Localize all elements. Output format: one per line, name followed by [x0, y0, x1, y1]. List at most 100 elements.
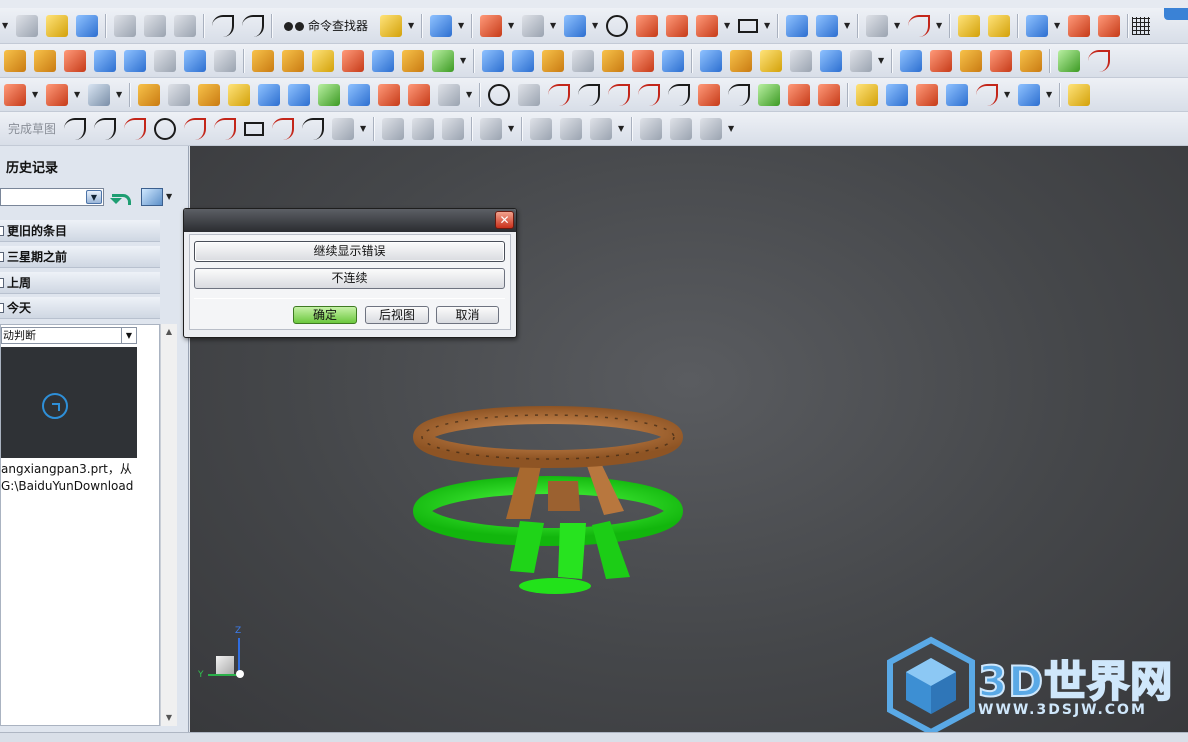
- polygon-icon[interactable]: [272, 117, 295, 140]
- ok-button[interactable]: 确定: [293, 306, 357, 324]
- auto-dimension-icon[interactable]: [530, 117, 553, 140]
- copy-icon[interactable]: [144, 14, 166, 37]
- law-extension-icon[interactable]: [378, 83, 400, 106]
- selection-filter-icon[interactable]: [430, 14, 453, 37]
- arc-icon[interactable]: [124, 117, 147, 140]
- chamfer-icon[interactable]: [512, 49, 534, 72]
- pad-icon[interactable]: [154, 49, 176, 72]
- split-body-icon[interactable]: [372, 49, 394, 72]
- curve-icon[interactable]: [1088, 49, 1110, 72]
- snap-point-icon[interactable]: [1026, 14, 1049, 37]
- steering-wheel-model[interactable]: [410, 401, 930, 601]
- chevron-down-icon[interactable]: ▼: [166, 192, 172, 201]
- link-icon[interactable]: [1164, 8, 1188, 20]
- history-group-last-week[interactable]: 上周: [0, 272, 160, 294]
- chevron-down-icon[interactable]: ▼: [764, 21, 772, 30]
- finish-sketch-button[interactable]: 完成草图: [8, 120, 56, 137]
- trim-curve-icon[interactable]: [886, 83, 908, 106]
- expand-icon[interactable]: [0, 225, 4, 236]
- point-icon[interactable]: [1068, 14, 1091, 37]
- thicken-icon[interactable]: [632, 49, 654, 72]
- chevron-down-icon[interactable]: ▼: [728, 124, 736, 133]
- continue-show-errors-button[interactable]: 继续显示错误: [194, 241, 505, 262]
- mirror-icon[interactable]: [730, 49, 752, 72]
- law-curve-icon[interactable]: [548, 83, 570, 106]
- layout-icon[interactable]: [738, 18, 759, 33]
- extrude-icon[interactable]: [4, 49, 26, 72]
- sketch-view-icon[interactable]: [640, 117, 663, 140]
- boss-icon[interactable]: [94, 49, 116, 72]
- subtract-icon[interactable]: [282, 49, 304, 72]
- display-mode-icon[interactable]: [606, 14, 629, 37]
- cancel-button[interactable]: 取消: [436, 306, 499, 324]
- paste-icon[interactable]: [174, 14, 196, 37]
- pocket-icon[interactable]: [124, 49, 146, 72]
- intersect-icon[interactable]: [312, 49, 334, 72]
- n-sided-icon[interactable]: [228, 83, 250, 106]
- close-icon[interactable]: ✕: [495, 211, 514, 229]
- chevron-down-icon[interactable]: ▼: [74, 90, 82, 99]
- edit-curve-icon[interactable]: [976, 83, 998, 106]
- chevron-down-icon[interactable]: ▼: [592, 21, 600, 30]
- bounding-box-icon[interactable]: [88, 83, 110, 106]
- scroll-up-icon[interactable]: ▲: [161, 324, 177, 340]
- extract-curve-icon[interactable]: [856, 83, 878, 106]
- line-icon[interactable]: [94, 117, 117, 140]
- move-object-icon[interactable]: [1018, 83, 1040, 106]
- fit-view-icon[interactable]: [480, 14, 503, 37]
- arc-curve-icon[interactable]: [608, 83, 630, 106]
- profile-icon[interactable]: [64, 117, 87, 140]
- image-view-icon[interactable]: [141, 188, 163, 206]
- orient-view-icon[interactable]: [786, 14, 809, 37]
- patch-icon[interactable]: [790, 49, 812, 72]
- join-curve-icon[interactable]: [916, 83, 938, 106]
- scale-body-icon[interactable]: [662, 49, 684, 72]
- chamfer-sketch-icon[interactable]: [214, 117, 237, 140]
- update-model-icon[interactable]: [700, 117, 723, 140]
- straight-line-icon[interactable]: [578, 83, 600, 106]
- offset-face-icon[interactable]: [432, 49, 454, 72]
- chevron-down-icon[interactable]: ▼: [844, 21, 852, 30]
- history-group-today[interactable]: 今天: [0, 297, 160, 319]
- back-view-button[interactable]: 后视图: [365, 306, 429, 324]
- wrap-icon[interactable]: [850, 49, 872, 72]
- chevron-down-icon[interactable]: ▼: [618, 124, 626, 133]
- chevron-down-icon[interactable]: ▼: [121, 328, 136, 343]
- chevron-down-icon[interactable]: ▼: [1004, 90, 1012, 99]
- chevron-down-icon[interactable]: ▼: [936, 21, 944, 30]
- infer-constraint-icon[interactable]: [590, 117, 613, 140]
- fillet-icon[interactable]: [184, 117, 207, 140]
- command-finder-button[interactable]: 命令查找器: [280, 14, 372, 38]
- move-face-icon[interactable]: [402, 49, 424, 72]
- magnifier-icon[interactable]: [1068, 83, 1090, 106]
- view-triad[interactable]: Z Y: [194, 626, 254, 694]
- replace-face-icon[interactable]: [930, 49, 952, 72]
- helix-icon[interactable]: [518, 83, 540, 106]
- expand-icon[interactable]: [0, 302, 4, 313]
- offset-curve-icon[interactable]: [668, 83, 690, 106]
- studio-surface-icon[interactable]: [258, 83, 280, 106]
- resize-icon[interactable]: [960, 49, 982, 72]
- undo-icon[interactable]: [212, 14, 234, 37]
- slot-icon[interactable]: [184, 49, 206, 72]
- chevron-down-icon[interactable]: ▼: [2, 21, 10, 30]
- point-sketch-icon[interactable]: [302, 117, 325, 140]
- shaded-cube-icon[interactable]: [564, 14, 587, 37]
- grid-icon[interactable]: [1132, 16, 1151, 35]
- bridge-icon[interactable]: [348, 83, 370, 106]
- offset-sketch-icon[interactable]: [332, 117, 355, 140]
- datum-icon[interactable]: [908, 14, 931, 37]
- expand-icon[interactable]: [0, 251, 4, 262]
- chevron-down-icon[interactable]: ▼: [460, 56, 468, 65]
- chevron-down-icon[interactable]: ▼: [86, 190, 102, 204]
- chevron-down-icon[interactable]: ▼: [878, 56, 886, 65]
- revolve-icon[interactable]: [34, 49, 56, 72]
- wcs-icon[interactable]: [816, 14, 839, 37]
- preview-mode-combo[interactable]: 动判断 ▼: [1, 327, 137, 344]
- hole-icon[interactable]: [64, 49, 86, 72]
- render-icon[interactable]: [696, 14, 719, 37]
- chevron-down-icon[interactable]: ▼: [1046, 90, 1054, 99]
- draft-icon[interactable]: [572, 49, 594, 72]
- analysis-icon[interactable]: [958, 14, 981, 37]
- constrain-icon[interactable]: [990, 49, 1012, 72]
